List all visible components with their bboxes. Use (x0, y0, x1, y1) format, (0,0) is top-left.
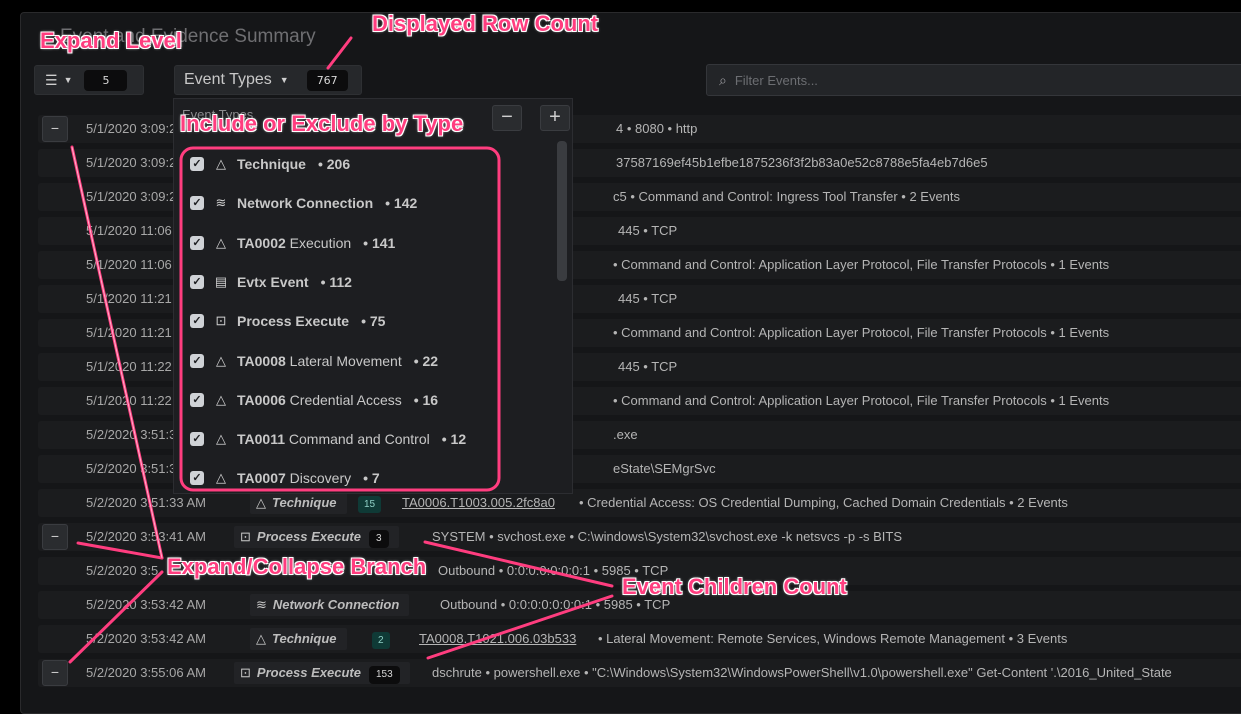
annotation-include-exclude: Include or Exclude by Type (180, 111, 464, 136)
annotation-children-count: Event Children Count (622, 574, 847, 599)
annotation-expand-level: Expand Level (40, 28, 182, 53)
expand-pointer-3 (68, 570, 164, 664)
annotation-expand-collapse: Expand/Collapse Branch (167, 554, 427, 579)
children-pointer-1 (423, 540, 614, 588)
annotation-overlay (68, 36, 614, 664)
annotation-row-count: Displayed Row Count (372, 11, 599, 36)
include-exclude-highlight (179, 146, 501, 492)
expand-pointer-2 (76, 541, 164, 560)
children-pointer-2 (426, 594, 614, 660)
rowcount-pointer (326, 36, 353, 70)
